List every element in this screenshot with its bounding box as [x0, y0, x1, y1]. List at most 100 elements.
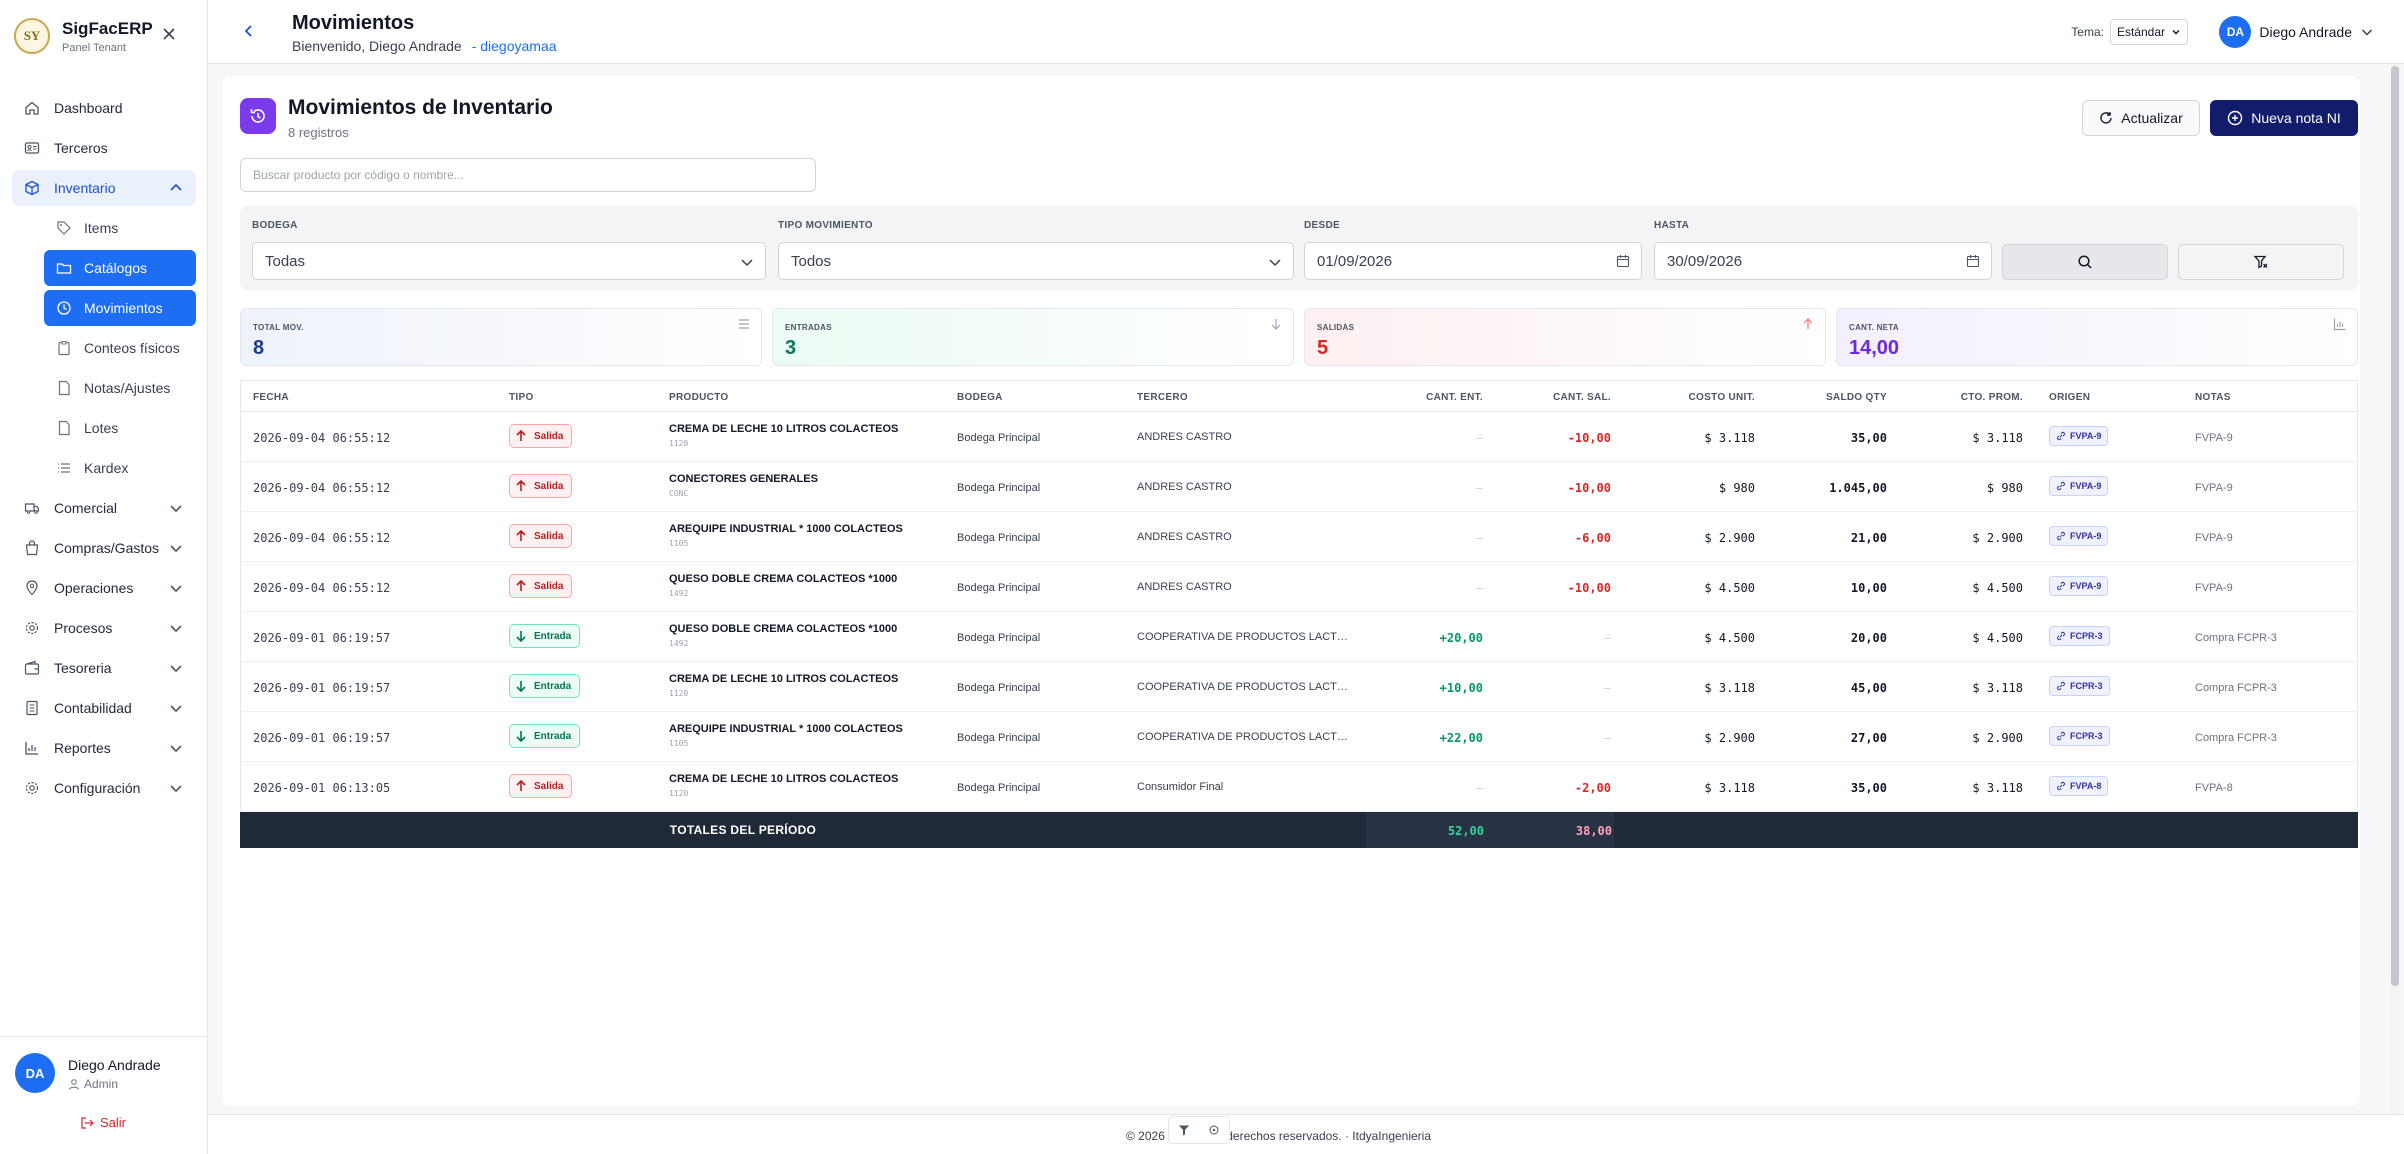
user-icon	[68, 1078, 80, 1090]
user-menu[interactable]: DA Diego Andrade	[2219, 16, 2374, 48]
col-saldo-qty[interactable]: SALDO QTY	[1826, 392, 1887, 403]
sidebar-item-compras[interactable]: Compras/Gastos	[12, 530, 196, 566]
sidebar-item-reportes[interactable]: Reportes	[12, 730, 196, 766]
table-row[interactable]: 2026-09-01 06:19:57 Entrada CREMA DE LECHE…	[240, 662, 2358, 712]
cell-codigo: 1105	[669, 539, 689, 548]
hasta-value: 30/09/2026	[1667, 252, 1743, 270]
cell-tercero: Consumidor Final	[1137, 781, 1224, 793]
origin-badge[interactable]: FVPA-9	[2049, 526, 2109, 546]
sidebar-item-procesos[interactable]: Procesos	[12, 610, 196, 646]
sidebar-subitem-notas[interactable]: Notas/Ajustes	[44, 370, 196, 406]
table-row[interactable]: 2026-09-01 06:19:57 Entrada AREQUIPE INDUS…	[240, 712, 2358, 762]
logout-button[interactable]: Salir	[80, 1115, 126, 1130]
sidebar-item-contabilidad[interactable]: Contabilidad	[12, 690, 196, 726]
col-origen[interactable]: ORIGEN	[2049, 392, 2090, 403]
col-cto-prom[interactable]: CTO. PROM.	[1961, 392, 2023, 403]
cell-costo-unit: $ 2.900	[1704, 731, 1755, 745]
refresh-button[interactable]: Actualizar	[2082, 100, 2200, 136]
type-badge: Salida	[509, 574, 573, 598]
col-cant-ent[interactable]: CANT. ENT.	[1426, 392, 1483, 403]
cell-cto-prom: $ 2.900	[1972, 531, 2023, 545]
col-cant-sal[interactable]: CANT. SAL.	[1553, 392, 1611, 403]
scrollbar-thumb[interactable]	[2391, 66, 2399, 986]
origin-badge[interactable]: FVPA-9	[2049, 576, 2109, 596]
col-notas[interactable]: NOTAS	[2195, 392, 2231, 403]
origin-badge[interactable]: FCPR-3	[2049, 626, 2110, 646]
avatar[interactable]: DA	[15, 1053, 55, 1093]
clear-filters-button[interactable]	[2178, 244, 2344, 280]
chevron-down-icon	[168, 580, 184, 596]
sidebar-item-inventario[interactable]: Inventario	[12, 170, 196, 206]
col-costo-unit[interactable]: COSTO UNIT.	[1689, 392, 1755, 403]
cell-cto-prom: $ 980	[1986, 481, 2023, 495]
cell-saldo-qty: 45,00	[1850, 681, 1887, 695]
username-link[interactable]: - diegoyamaa	[472, 38, 557, 54]
filter-icon[interactable]	[1178, 1124, 1190, 1136]
sidebar-subitem-lotes[interactable]: Lotes	[44, 410, 196, 446]
chevron-down-icon	[168, 700, 184, 716]
sidebar-item-operaciones[interactable]: Operaciones	[12, 570, 196, 606]
table-row[interactable]: 2026-09-04 06:55:12 Salida AREQUIPE INDUST…	[240, 512, 2358, 562]
link-icon	[2057, 631, 2065, 641]
origin-label: FVPA-9	[2070, 481, 2102, 491]
sidebar-item-configuracion[interactable]: Configuración	[12, 770, 196, 806]
cell-cant-ent: —	[1475, 481, 1483, 495]
search-button[interactable]	[2002, 244, 2168, 280]
origin-badge[interactable]: FVPA-8	[2049, 776, 2109, 796]
calendar-icon[interactable]	[1954, 242, 1992, 280]
page-scrollbar[interactable]	[2390, 64, 2400, 1114]
sidebar-subitem-conteos[interactable]: Conteos físicos	[44, 330, 196, 366]
sidebar-subitem-movimientos[interactable]: Movimientos	[44, 290, 196, 326]
sidebar-item-dashboard[interactable]: Dashboard	[12, 90, 196, 126]
table-row[interactable]: 2026-09-01 06:13:05 Salida CREMA DE LECHE …	[240, 762, 2358, 812]
tipo-select[interactable]: Todos	[778, 242, 1294, 280]
col-bodega[interactable]: BODEGA	[957, 392, 1003, 403]
theme-label: Tema:	[2071, 25, 2104, 39]
back-button[interactable]	[242, 22, 256, 45]
close-icon[interactable]	[160, 26, 178, 44]
brand-subtitle: Panel Tenant	[62, 41, 127, 54]
cell-cto-prom: $ 4.500	[1972, 581, 2023, 595]
cell-fecha: 2026-09-04 06:55:12	[253, 431, 391, 445]
origin-badge[interactable]: FVPA-9	[2049, 476, 2109, 496]
cell-cant-ent: —	[1475, 531, 1483, 545]
search-input[interactable]: Buscar producto por código o nombre...	[240, 158, 816, 192]
col-fecha[interactable]: FECHA	[253, 392, 289, 403]
sidebar-subitem-catalogos[interactable]: Catálogos	[44, 250, 196, 286]
theme-select[interactable]: Estándar	[2109, 19, 2188, 45]
col-tipo[interactable]: TIPO	[509, 392, 534, 403]
cell-saldo-qty: 1.045,00	[1829, 481, 1887, 495]
target-icon[interactable]	[1208, 1124, 1220, 1136]
table-row[interactable]: 2026-09-04 06:55:12 Salida CONECTORES GENE…	[240, 462, 2358, 512]
sidebar-subitem-kardex[interactable]: Kardex	[44, 450, 196, 486]
filters-panel: BODEGA Todas TIPO MOVIMIENTO Todos DESDE…	[240, 206, 2358, 290]
cell-costo-unit: $ 3.118	[1704, 431, 1755, 445]
col-tercero[interactable]: TERCERO	[1137, 392, 1188, 403]
new-note-button[interactable]: Nueva nota NI	[2210, 100, 2358, 136]
sidebar-subitem-items[interactable]: Items	[44, 210, 196, 246]
table-row[interactable]: 2026-09-04 06:55:12 Salida CREMA DE LECHE …	[240, 412, 2358, 462]
table-row[interactable]: 2026-09-04 06:55:12 Salida QUESO DOBLE CRE…	[240, 562, 2358, 612]
calendar-icon[interactable]	[1604, 242, 1642, 280]
origin-badge[interactable]: FCPR-3	[2049, 676, 2110, 696]
cell-producto: CREMA DE LECHE 10 LITROS COLACTEOS	[669, 773, 899, 785]
record-count: 8 registros	[288, 125, 349, 140]
origin-badge[interactable]: FVPA-9	[2049, 426, 2109, 446]
desde-input[interactable]: 01/09/2026	[1304, 242, 1606, 280]
col-producto[interactable]: PRODUCTO	[669, 392, 728, 403]
stat-value: 8	[253, 337, 265, 359]
theme-picker: Tema: Estándar	[2071, 19, 2188, 45]
sidebar-item-label: Reportes	[54, 740, 111, 756]
table-row[interactable]: 2026-09-01 06:19:57 Entrada QUESO DOBLE CR…	[240, 612, 2358, 662]
hasta-input[interactable]: 30/09/2026	[1654, 242, 1956, 280]
sidebar-item-tesoreria[interactable]: Tesoreria	[12, 650, 196, 686]
type-badge: Entrada	[509, 724, 581, 748]
origin-badge[interactable]: FCPR-3	[2049, 726, 2110, 746]
link-icon	[2057, 581, 2065, 591]
sidebar-item-comercial[interactable]: Comercial	[12, 490, 196, 526]
cell-tercero: ANDRES CASTRO	[1137, 531, 1232, 543]
chevron-down-icon	[168, 660, 184, 676]
bodega-select[interactable]: Todas	[252, 242, 766, 280]
sidebar-item-terceros[interactable]: Terceros	[12, 130, 196, 166]
cell-cant-sal: -6,00	[1574, 531, 1611, 545]
